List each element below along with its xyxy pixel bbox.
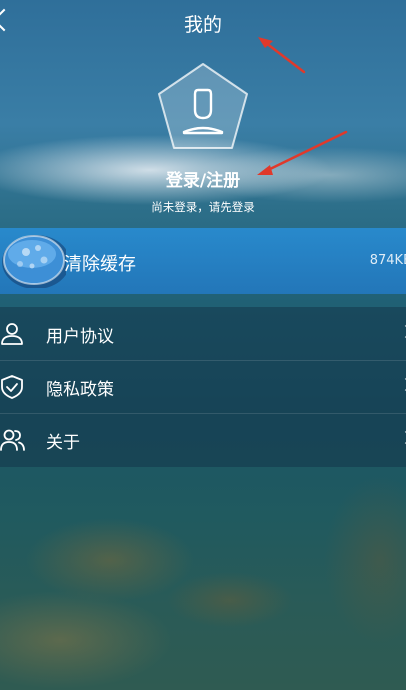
menu-item-privacy-policy[interactable]: 隐私政策 — [0, 360, 406, 414]
clear-cache-label: 清除缓存 — [64, 254, 136, 275]
menu-item-about[interactable]: 关于 — [0, 413, 406, 466]
menu-label: 用户协议 — [46, 327, 114, 347]
menu-label: 隐私政策 — [46, 380, 114, 400]
clear-cache-row[interactable]: 清除缓存 874KB — [0, 228, 406, 294]
menu-item-user-agreement[interactable]: 用户协议 — [0, 307, 406, 361]
privacy-shield-icon — [0, 374, 26, 400]
chevron-right-icon — [399, 431, 406, 444]
menu-label: 关于 — [46, 433, 80, 453]
chevron-right-icon — [399, 325, 406, 338]
annotation-arrows — [257, 37, 348, 175]
user-agreement-icon — [0, 321, 26, 347]
settings-menu: 用户协议 隐私政策 关于 — [0, 307, 406, 467]
screen: 我的 登录/注册 尚未登录，请先登录 清除缓存 874K 用户协议 隐私政策 关… — [0, 0, 406, 690]
arrow-to-title — [258, 37, 306, 74]
arrow-to-login — [257, 130, 348, 175]
chevron-right-icon — [399, 378, 406, 391]
cache-ball-icon — [0, 232, 70, 289]
cache-size: 874KB — [369, 253, 406, 268]
about-users-icon — [0, 427, 26, 453]
